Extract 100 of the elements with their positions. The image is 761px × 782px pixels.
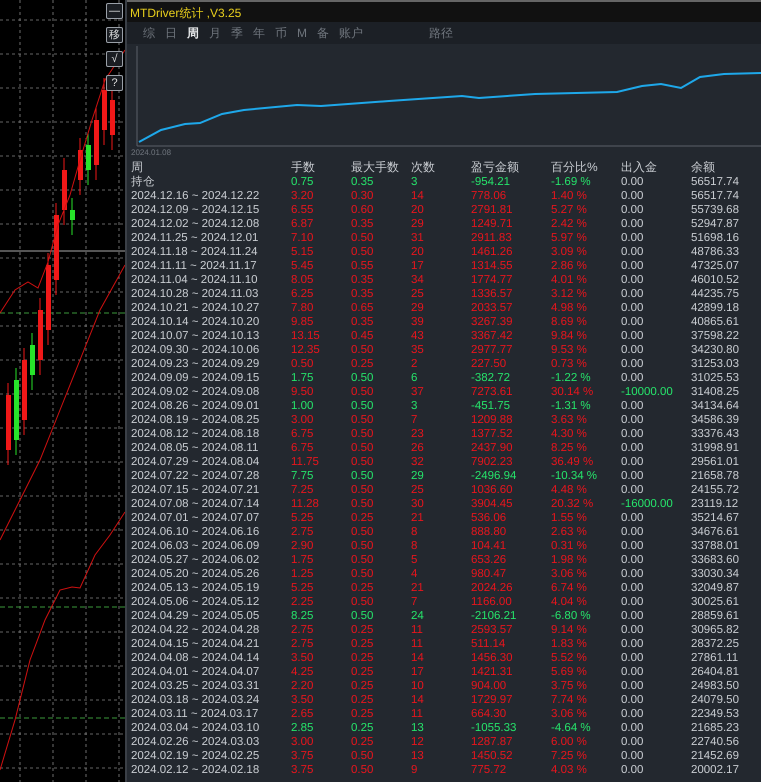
table-cell-text: 1249.71 xyxy=(471,217,514,231)
table-cell-text: 1036.60 xyxy=(471,483,514,497)
table-cell-text: 3.09 % xyxy=(551,245,588,259)
table-cell-text: 0.25 xyxy=(351,679,374,693)
table-cell-text: 653.26 xyxy=(471,553,508,567)
table-cell-text: 35 xyxy=(411,343,425,357)
tab[interactable]: M xyxy=(293,26,311,40)
chart-tool-button[interactable]: — xyxy=(106,3,123,19)
candlestick xyxy=(62,158,67,226)
table-cell-text: 888.80 xyxy=(471,525,508,539)
tab[interactable]: 周 xyxy=(183,24,203,42)
table-cell-text: -382.72 xyxy=(471,371,512,385)
tab[interactable]: 日 xyxy=(161,24,181,42)
tab[interactable]: 季 xyxy=(227,24,247,42)
table-cell-text: 33376.43 xyxy=(691,427,740,441)
tab[interactable]: 年 xyxy=(249,24,269,42)
chart-tool-button[interactable]: 移 xyxy=(106,27,123,43)
table-cell-text: 0.50 xyxy=(351,539,374,553)
table-cell-text: 0.00 xyxy=(621,735,644,749)
table-cell-text: 0.00 xyxy=(621,623,644,637)
table-cell-text: 3 xyxy=(411,175,418,189)
table-cell-text: 39 xyxy=(411,315,425,329)
chart-tool-button[interactable]: √ xyxy=(106,51,123,67)
table-cell-text: 48786.33 xyxy=(691,245,740,259)
table-cell-text: 775.72 xyxy=(471,763,508,777)
table-cell-text: 2024.09.23 ~ 2024.09.29 xyxy=(131,357,260,371)
table-cell-text: 104.41 xyxy=(471,539,508,553)
table-cell-text: 13.15 xyxy=(291,329,321,343)
tab[interactable]: 备 xyxy=(313,24,333,42)
table-cell-text: 5.45 xyxy=(291,259,314,273)
table-cell-text: 4.25 xyxy=(291,665,314,679)
table-cell-text: 0.50 xyxy=(351,483,374,497)
table-cell-text: 37 xyxy=(411,385,425,399)
table-cell-text: 2024.26 xyxy=(471,581,514,595)
table-cell-text: 40865.61 xyxy=(691,315,740,329)
table-cell-text: 2.90 xyxy=(291,539,314,553)
table-cell-text: 1729.97 xyxy=(471,693,514,707)
table-cell-text: 9.14 % xyxy=(551,623,588,637)
table-cell-text: 34134.64 xyxy=(691,399,740,413)
axis-label: 2024.01.08 xyxy=(131,148,172,157)
table-cell-text: 0.25 xyxy=(351,735,374,749)
table-cell-text: 7.75 xyxy=(291,469,314,483)
tab[interactable]: 路径 xyxy=(425,24,457,42)
table-cell-text: 24155.72 xyxy=(691,483,740,497)
table-cell-text: 11.75 xyxy=(291,455,320,469)
table-cell-text: 0.50 xyxy=(351,595,374,609)
table-cell-text: 3.75 xyxy=(291,763,314,777)
table-cell-text: 0.00 xyxy=(621,581,644,595)
table-cell-text: 3.75 % xyxy=(551,679,588,693)
table-cell-text: 0.50 xyxy=(351,749,374,763)
tab[interactable]: 账户 xyxy=(335,24,367,42)
table-cell-text: 1461.26 xyxy=(471,245,514,259)
table-cell-text: 47325.07 xyxy=(691,259,740,273)
tab[interactable]: 月 xyxy=(205,24,225,42)
table-cell-text: 2.75 xyxy=(291,525,314,539)
table-cell-text: -1.69 % xyxy=(551,175,592,189)
table-cell-text: 0.00 xyxy=(621,609,644,623)
table-cell-text: 34586.39 xyxy=(691,413,740,427)
table-cell-text: 2 xyxy=(411,357,418,371)
table-cell-text: 7273.61 xyxy=(471,385,514,399)
table-cell-text: 2024.02.12 ~ 2024.02.18 xyxy=(131,763,260,777)
table-cell-text: 26404.81 xyxy=(691,665,740,679)
table-cell-text: 30965.82 xyxy=(691,623,740,637)
table-cell-text: 1.75 xyxy=(291,553,314,567)
table-cell-text: 33030.34 xyxy=(691,567,740,581)
table-cell-text: 2024.04.22 ~ 2024.04.28 xyxy=(131,623,260,637)
table-cell-text: 2024.12.02 ~ 2024.12.08 xyxy=(131,217,260,231)
table-cell-text: 21452.69 xyxy=(691,749,740,763)
table-cell-text: 3.20 xyxy=(291,189,314,203)
table-cell-text: 2024.11.11 ~ 2024.11.17 xyxy=(131,259,258,273)
table-cell-text: 31998.91 xyxy=(691,441,740,455)
table-cell-text: 0.00 xyxy=(621,539,644,553)
chart-tool-button[interactable]: ? xyxy=(106,75,123,91)
table-cell-text: 2024.10.21 ~ 2024.10.27 xyxy=(131,301,260,315)
table-cell-text: 0.25 xyxy=(351,357,374,371)
table-cell-text: 7.80 xyxy=(291,301,314,315)
table-cell-text: 2024.07.08 ~ 2024.07.14 xyxy=(131,497,260,511)
tab[interactable]: 币 xyxy=(271,24,291,42)
table-cell-text: 8 xyxy=(411,539,418,553)
table-cell-text: 0.50 xyxy=(351,343,374,357)
table-cell-text: 0.00 xyxy=(621,749,644,763)
table-cell-text: 0.35 xyxy=(351,315,374,329)
table-cell-text: 24 xyxy=(411,609,425,623)
table-cell-text: 0.00 xyxy=(621,413,644,427)
table-cell-text: 35214.67 xyxy=(691,511,740,525)
table-cell-text: 28372.25 xyxy=(691,637,740,651)
table-cell-text: 1.40 % xyxy=(551,189,588,203)
table-cell-text: 3 xyxy=(411,399,418,413)
table-cell-text: 6.74 % xyxy=(551,581,588,595)
table-cell-text: 31253.03 xyxy=(691,357,740,371)
candlestick xyxy=(102,78,107,146)
tab[interactable]: 综 xyxy=(139,24,159,42)
table-cell-text: 6.75 xyxy=(291,427,314,441)
column-header: 盈亏金额 xyxy=(471,160,520,175)
table-cell-text: 0.00 xyxy=(621,651,644,665)
table-cell-text: 7902.23 xyxy=(471,455,514,469)
table-cell-text: 7.25 xyxy=(291,483,314,497)
table-cell-text: 0.50 xyxy=(351,763,374,777)
table-cell-text: 3904.45 xyxy=(471,497,514,511)
table-cell-text: 14 xyxy=(411,651,425,665)
